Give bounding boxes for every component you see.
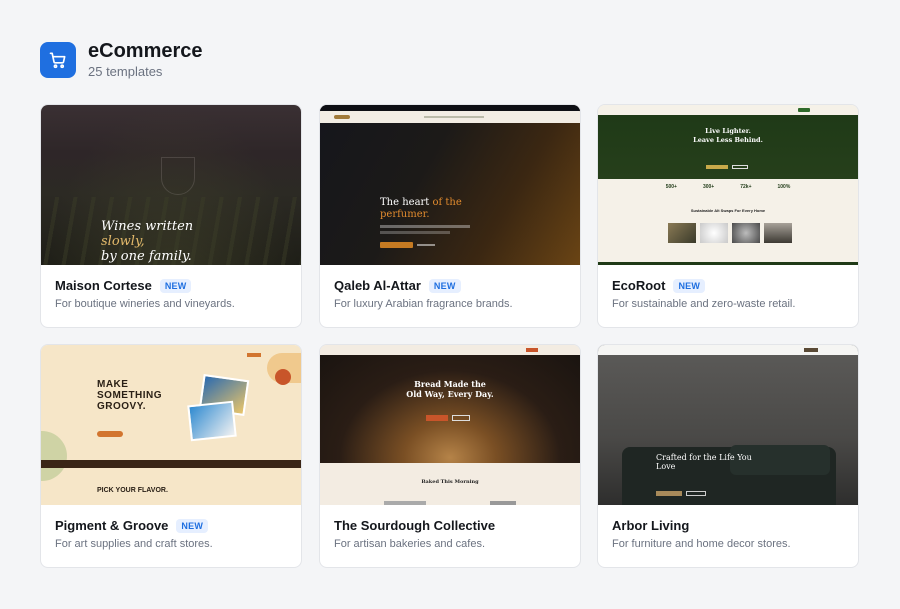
template-card-arbor-living[interactable]: Crafted for the Life You Love Arbor Livi… <box>597 344 859 568</box>
template-name: Qaleb Al-Attar <box>334 278 421 293</box>
new-badge: NEW <box>176 518 209 533</box>
preview-headline: Love <box>656 462 676 471</box>
preview-headline: Crafted for the Life You <box>656 453 752 462</box>
template-preview: Wines written slowly, by one family. <box>41 105 301 265</box>
new-badge: NEW <box>428 278 461 293</box>
template-card-pigment-groove[interactable]: MAKE SOMETHING GROOVY. PICK YOUR FLAVOR.… <box>40 344 302 568</box>
template-description: For art supplies and craft stores. <box>55 538 213 550</box>
preview-headline: Bread Made the <box>414 379 486 389</box>
page-title: eCommerce <box>88 40 203 62</box>
template-preview: Bread Made the Old Way, Every Day. Baked… <box>320 345 580 505</box>
preview-headline: Old Way, Every Day. <box>406 389 494 399</box>
stat-value: 72k+ <box>740 184 752 190</box>
preview-headline: MAKE <box>97 379 129 390</box>
preview-section-title: Sustainable Alt Swaps For Every Home <box>690 208 766 213</box>
preview-headline: SOMETHING <box>97 390 163 401</box>
template-preview: Live Lighter. Leave Less Behind. 500+ 30… <box>598 105 858 265</box>
template-name: Arbor Living <box>612 518 690 533</box>
preview-headline: The heart <box>380 197 433 208</box>
category-header: eCommerce 25 templates <box>40 40 203 79</box>
template-name: Pigment & Groove <box>55 518 169 533</box>
preview-headline: perfumer. <box>380 209 430 220</box>
template-name: The Sourdough Collective <box>334 518 496 533</box>
new-badge: NEW <box>673 278 706 293</box>
template-description: For sustainable and zero-waste retail. <box>612 298 796 310</box>
template-description: For furniture and home decor stores. <box>612 538 791 550</box>
preview-headline: by one family. <box>101 249 192 264</box>
template-card-qaleb-al-attar[interactable]: The heart of the perfumer. Qaleb Al-Atta… <box>319 104 581 328</box>
preview-section-title: PICK YOUR FLAVOR. <box>97 487 168 494</box>
template-description: For artisan bakeries and cafes. <box>334 538 486 550</box>
template-card-maison-cortese[interactable]: Wines written slowly, by one family. Mai… <box>40 104 302 328</box>
template-card-sourdough-collective[interactable]: Bread Made the Old Way, Every Day. Baked… <box>319 344 581 568</box>
preview-headline: slowly, <box>101 234 145 249</box>
preview-headline: Live Lighter. <box>705 127 751 135</box>
template-preview: Crafted for the Life You Love <box>598 345 858 505</box>
shopping-cart-icon <box>40 41 76 78</box>
template-name: Maison Cortese <box>55 278 152 293</box>
preview-headline: GROOVY. <box>97 401 147 412</box>
stat-value: 300+ <box>702 184 715 190</box>
preview-headline: of the <box>432 197 462 208</box>
stat-value: 500+ <box>665 184 677 190</box>
template-preview: The heart of the perfumer. <box>320 105 580 265</box>
template-description: For luxury Arabian fragrance brands. <box>334 298 513 310</box>
new-badge: NEW <box>159 278 192 293</box>
template-name: EcoRoot <box>612 278 666 293</box>
template-card-ecoroot[interactable]: Live Lighter. Leave Less Behind. 500+ 30… <box>597 104 859 328</box>
preview-headline: Leave Less Behind. <box>693 136 763 144</box>
preview-headline: Wines written <box>101 219 194 234</box>
template-count: 25 templates <box>88 64 163 79</box>
stat-value: 100% <box>777 184 791 190</box>
preview-section-title: Baked This Morning <box>421 479 479 485</box>
template-preview: MAKE SOMETHING GROOVY. PICK YOUR FLAVOR. <box>41 345 301 505</box>
template-description: For boutique wineries and vineyards. <box>55 298 235 310</box>
